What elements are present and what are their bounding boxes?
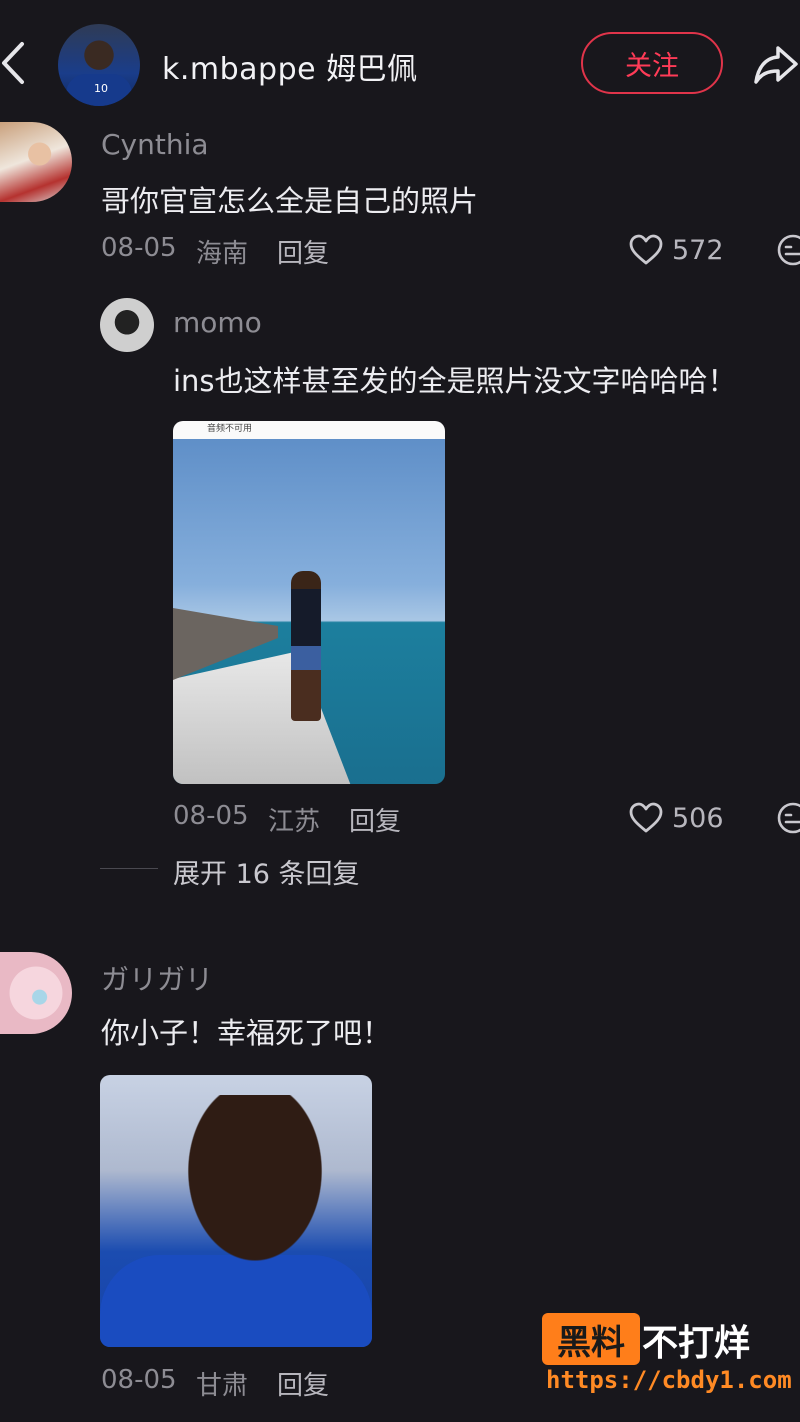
- dislike-icon[interactable]: [776, 801, 800, 835]
- person-figure: [291, 571, 321, 721]
- avatar-jersey: 10: [66, 74, 132, 106]
- page-title[interactable]: k.mbappe 姆巴佩: [162, 44, 418, 88]
- like-count: 506: [672, 803, 724, 834]
- reply-button[interactable]: 回复: [277, 1365, 329, 1402]
- comment-image[interactable]: [100, 1075, 372, 1347]
- comment-author[interactable]: ガリガリ: [101, 958, 213, 998]
- comment-location: 江苏: [268, 807, 321, 837]
- like-count: 572: [672, 235, 724, 266]
- heart-icon[interactable]: [628, 234, 664, 266]
- comment-location: 海南: [196, 239, 249, 269]
- watermark-text: 不打烊: [642, 1323, 751, 1364]
- reply-button[interactable]: 回复: [277, 233, 329, 270]
- avatar-number: 10: [94, 82, 108, 95]
- meme-face: [170, 1095, 340, 1285]
- avatar-garigari[interactable]: [0, 952, 72, 1034]
- comment-text: 哥你官宣怎么全是自己的照片: [101, 184, 479, 218]
- comment-date: 08-05: [173, 801, 249, 831]
- back-icon[interactable]: [0, 38, 30, 88]
- watermark-logo: 黑料: [542, 1313, 640, 1365]
- avatar-momo[interactable]: [100, 298, 154, 352]
- heart-icon[interactable]: [628, 802, 664, 834]
- comment-author[interactable]: momo: [173, 306, 262, 339]
- follow-button[interactable]: 关注: [581, 32, 723, 94]
- comment-text: 你小子！幸福死了吧！: [101, 1016, 392, 1050]
- comment-date: 08-05: [101, 233, 177, 263]
- reply-button[interactable]: 回复: [349, 801, 401, 838]
- comment-image[interactable]: 音频不可用: [173, 421, 445, 784]
- watermark-url: https://cbdy1.com: [546, 1366, 792, 1394]
- comment-date: 08-05: [101, 1365, 177, 1395]
- comment-text: ins也这样甚至发的全是照片没文字哈哈哈！: [173, 364, 737, 398]
- boat-hull: [173, 651, 353, 784]
- comment-location: 甘肃: [196, 1371, 249, 1401]
- expand-replies-button[interactable]: 展开 16 条回复: [173, 852, 360, 891]
- comment-author[interactable]: Cynthia: [101, 128, 209, 161]
- avatar-cynthia[interactable]: [0, 122, 72, 202]
- image-caption: 音频不可用: [207, 424, 253, 434]
- expand-divider: [100, 868, 158, 869]
- profile-avatar[interactable]: 10: [58, 24, 140, 106]
- share-icon[interactable]: [752, 40, 800, 88]
- dislike-icon[interactable]: [776, 233, 800, 267]
